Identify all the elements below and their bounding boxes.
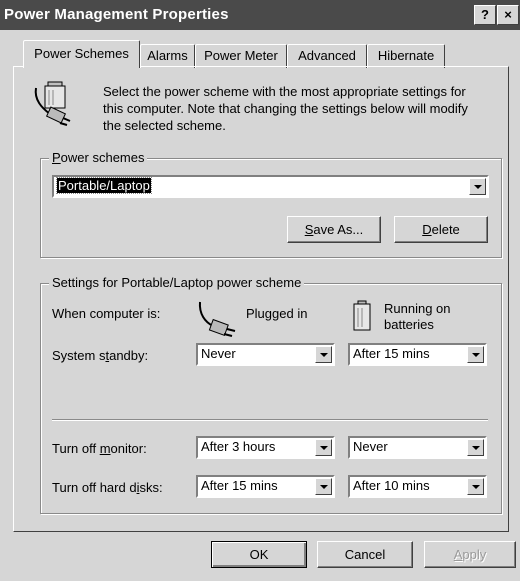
- standby-plugged-select[interactable]: Never: [196, 343, 335, 366]
- close-button[interactable]: ×: [497, 5, 519, 25]
- help-button[interactable]: ?: [474, 5, 496, 25]
- disks-battery-select[interactable]: After 10 mins: [348, 475, 487, 498]
- when-computer-is-label: When computer is:: [52, 306, 161, 321]
- intro-line-1: Select the power scheme with the most ap…: [103, 84, 466, 99]
- disks-battery-value: After 10 mins: [353, 478, 430, 493]
- chevron-down-icon[interactable]: [315, 346, 332, 363]
- tab-power-schemes[interactable]: Power Schemes: [23, 40, 140, 68]
- chevron-down-icon[interactable]: [315, 439, 332, 456]
- power-scheme-select[interactable]: Portable/Laptop: [52, 175, 489, 198]
- chevron-down-icon[interactable]: [467, 478, 484, 495]
- disks-plugged-select[interactable]: After 15 mins: [196, 475, 335, 498]
- plugged-in-label: Plugged in: [246, 306, 308, 321]
- tab-advanced[interactable]: Advanced: [287, 44, 367, 68]
- tab-alarms[interactable]: Alarms: [140, 44, 195, 68]
- power-schemes-legend: Power schemes: [49, 150, 148, 165]
- window-title: Power Management Properties: [4, 6, 229, 23]
- turn-off-monitor-label: Turn off monitor:: [52, 441, 147, 456]
- tab-power-meter[interactable]: Power Meter: [195, 44, 287, 68]
- monitor-plugged-select[interactable]: After 3 hours: [196, 436, 335, 459]
- disks-plugged-value: After 15 mins: [201, 478, 278, 493]
- standby-battery-select[interactable]: After 15 mins: [348, 343, 487, 366]
- chevron-down-icon[interactable]: [469, 178, 486, 195]
- intro-line-3: the selected scheme.: [103, 118, 226, 133]
- intro-line-2: this computer. Note that changing the se…: [103, 101, 468, 116]
- plug-icon: [198, 301, 236, 337]
- delete-button[interactable]: Delete: [394, 216, 488, 243]
- settings-separator: [52, 419, 488, 421]
- power-schemes-group: Power schemes: [40, 150, 502, 258]
- battery-label-line-2: batteries: [384, 317, 434, 332]
- settings-legend: Settings for Portable/Laptop power schem…: [49, 275, 305, 290]
- standby-battery-value: After 15 mins: [353, 346, 430, 361]
- cancel-button[interactable]: Cancel: [317, 541, 413, 568]
- monitor-plugged-value: After 3 hours: [201, 439, 276, 454]
- monitor-battery-select[interactable]: Never: [348, 436, 487, 459]
- chevron-down-icon[interactable]: [467, 346, 484, 363]
- battery-icon: [353, 300, 371, 331]
- system-standby-label: System standby:: [52, 348, 149, 363]
- chevron-down-icon[interactable]: [315, 478, 332, 495]
- title-bar[interactable]: Power Management Properties ? ×: [0, 0, 520, 30]
- ok-button[interactable]: OK: [211, 541, 307, 568]
- save-as-button[interactable]: Save As...: [287, 216, 381, 243]
- tab-hibernate[interactable]: Hibernate: [367, 44, 445, 68]
- chevron-down-icon[interactable]: [467, 439, 484, 456]
- battery-label-line-1: Running on: [384, 301, 451, 316]
- standby-plugged-value: Never: [201, 346, 236, 361]
- apply-button[interactable]: Apply: [424, 541, 516, 568]
- monitor-battery-value: Never: [353, 439, 388, 454]
- power-management-window: Power Management Properties ? × Power Sc…: [0, 0, 520, 581]
- turn-off-hard-disks-label: Turn off hard disks:: [52, 480, 163, 495]
- power-scheme-icon: [34, 81, 71, 126]
- power-scheme-value: Portable/Laptop: [56, 177, 152, 194]
